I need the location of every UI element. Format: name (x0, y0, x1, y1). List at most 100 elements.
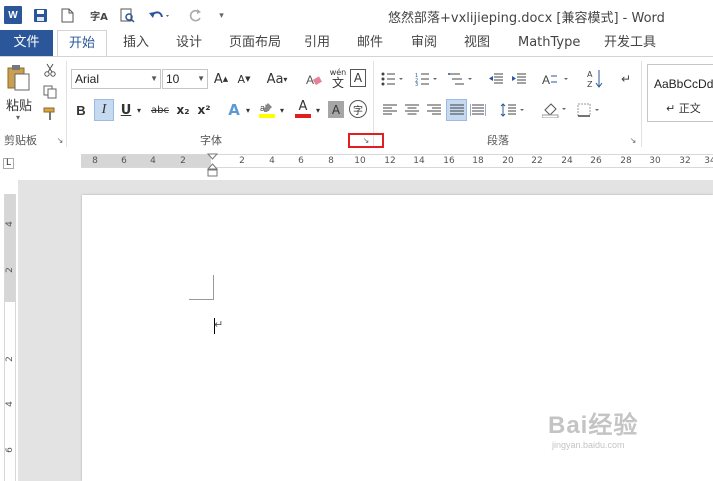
ruler-number: 16 (443, 156, 455, 166)
format-painter-icon[interactable] (42, 106, 58, 122)
word-logo-icon[interactable]: W (4, 6, 22, 24)
tab-mathtype[interactable]: MathType (518, 30, 580, 56)
ruler-number: 6 (298, 156, 304, 166)
print-preview-icon[interactable] (119, 7, 136, 24)
justify-icon[interactable] (446, 99, 467, 121)
customize-icon[interactable]: ▾ (213, 7, 230, 24)
ruler-number: 6 (121, 156, 127, 166)
clear-formatting-icon[interactable]: A (305, 69, 323, 89)
new-document-icon[interactable] (59, 7, 76, 24)
paragraph-launcher-icon[interactable]: ↘ (628, 136, 638, 146)
text-effects-button[interactable]: A (226, 100, 242, 120)
style-name: ↵ 正文 (666, 102, 701, 115)
text-effects-dropdown-icon[interactable]: ▾ (243, 100, 253, 120)
ruler-number: 28 (620, 156, 632, 166)
enclose-characters-button[interactable]: 字 (349, 100, 367, 118)
decrease-indent-icon[interactable] (487, 69, 505, 89)
copy-icon[interactable] (42, 84, 58, 100)
tab-file[interactable]: 文件 (0, 30, 53, 56)
align-left-icon[interactable] (381, 100, 399, 120)
increase-indent-icon[interactable] (510, 69, 528, 89)
borders-icon[interactable] (576, 100, 604, 120)
title-bar: W 字A ▾ 悠然部落+vxlijieping.docx [兼容模式] - Wo… (0, 0, 713, 30)
indent-marker[interactable] (206, 153, 219, 178)
paste-icon[interactable] (4, 63, 32, 93)
character-border-button[interactable]: A (350, 69, 366, 87)
ruler-margin (5, 194, 15, 302)
cut-icon[interactable] (42, 62, 58, 78)
highlight-color-button[interactable]: ab (259, 100, 275, 120)
tab-page-layout[interactable]: 页面布局 (229, 30, 281, 56)
ruler-number: 30 (649, 156, 661, 166)
ribbon-tab-bar: 文件 开始 插入 设计 页面布局 引用 邮件 审阅 视图 MathType 开发… (0, 30, 713, 57)
change-case-button[interactable]: Aa ▾ (262, 69, 292, 89)
vertical-ruler[interactable]: 4 2 2 4 6 (4, 194, 16, 481)
horizontal-ruler[interactable]: 8 6 4 2 2 4 6 8 10 12 14 16 18 20 22 24 … (81, 154, 713, 168)
show-paragraph-marks-icon[interactable]: ↵ (618, 69, 634, 89)
character-shading-button[interactable]: A (328, 101, 344, 118)
tab-design[interactable]: 设计 (176, 30, 202, 56)
tab-developer[interactable]: 开发工具 (604, 30, 656, 56)
italic-button[interactable]: I (94, 99, 114, 121)
redo-icon[interactable] (187, 7, 204, 24)
chevron-down-icon[interactable]: ▼ (150, 70, 158, 88)
tab-review[interactable]: 审阅 (411, 30, 437, 56)
font-size-value: 10 (166, 72, 180, 86)
shading-icon[interactable] (541, 100, 569, 120)
paste-dropdown-icon[interactable]: ▾ (16, 113, 20, 122)
sort-icon[interactable]: AZ (586, 67, 604, 91)
superscript-button[interactable]: x² (195, 100, 213, 120)
svg-text:A: A (587, 70, 593, 79)
font-color-button[interactable]: A (295, 98, 311, 120)
tab-home[interactable]: 开始 (57, 30, 107, 57)
horizontal-ruler-area: 8 6 4 2 2 4 6 8 10 12 14 16 18 20 22 24 … (0, 150, 713, 180)
ruler-number: 8 (328, 156, 334, 166)
ruler-number: 4 (150, 156, 156, 166)
style-gallery[interactable]: AaBbCcDd ↵ 正文 (647, 64, 713, 122)
svg-text:Z: Z (587, 80, 593, 89)
tab-view[interactable]: 视图 (464, 30, 490, 56)
watermark-brand: Bai经验 (548, 412, 639, 439)
font-color-dropdown-icon[interactable]: ▾ (313, 100, 323, 120)
distributed-icon[interactable] (469, 100, 487, 120)
paste-button[interactable]: 粘贴 (6, 95, 32, 114)
spelling-icon[interactable]: 字A (88, 7, 110, 24)
ruler-number: 34 (704, 156, 713, 166)
save-icon[interactable] (32, 7, 49, 24)
undo-icon[interactable] (147, 7, 173, 24)
paragraph-group-label: 段落 (487, 134, 509, 147)
font-name-combo[interactable]: Arial ▼ (71, 69, 161, 89)
clipboard-launcher-icon[interactable]: ↘ (55, 136, 65, 146)
vertical-ruler-area: 4 2 2 4 6 (0, 180, 18, 481)
align-right-icon[interactable] (425, 100, 443, 120)
multilevel-list-icon[interactable] (447, 69, 475, 89)
phonetic-guide-button[interactable]: wén 文 (329, 66, 347, 90)
tab-insert[interactable]: 插入 (123, 30, 149, 56)
numbering-icon[interactable]: 123 (414, 69, 440, 89)
font-size-combo[interactable]: 10 ▼ (162, 69, 208, 89)
shrink-font-button[interactable]: A ▼ (236, 69, 252, 89)
underline-button[interactable]: U (118, 100, 134, 120)
ruler-number: 26 (590, 156, 602, 166)
chevron-down-icon[interactable]: ▼ (197, 70, 205, 88)
highlight-swatch (259, 114, 275, 118)
strikethrough-button[interactable]: abc (149, 100, 171, 120)
highlight-dropdown-icon[interactable]: ▾ (277, 100, 287, 120)
grow-font-button[interactable]: A ▲ (213, 69, 229, 89)
tab-selector-button[interactable]: L (3, 158, 14, 169)
tab-references[interactable]: 引用 (304, 30, 330, 56)
clipboard-group-label: 剪贴板 (4, 134, 37, 147)
tab-mailings[interactable]: 邮件 (357, 30, 383, 56)
line-spacing-icon[interactable] (499, 100, 527, 120)
bold-button[interactable]: B (72, 100, 90, 120)
chinese-layout-icon[interactable]: A (541, 69, 573, 89)
watermark-url: jingyan.baidu.com (552, 440, 625, 450)
subscript-button[interactable]: x₂ (174, 100, 192, 120)
ruler-margin (81, 155, 211, 167)
ruler-number: 6 (5, 447, 15, 453)
ruler-number: 24 (561, 156, 573, 166)
underline-dropdown-icon[interactable]: ▾ (134, 100, 144, 120)
ruler-number: 2 (239, 156, 245, 166)
align-center-icon[interactable] (403, 100, 421, 120)
bullets-icon[interactable] (380, 69, 406, 89)
